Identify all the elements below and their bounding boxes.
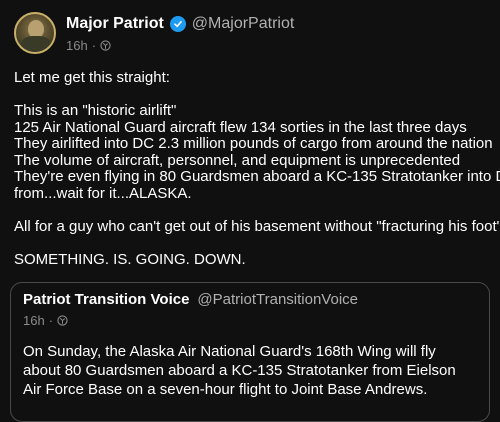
author-row: Major Patriot @MajorPatriot	[66, 14, 294, 34]
avatar[interactable]	[14, 12, 56, 54]
post-meta-row: 16h ·	[66, 38, 294, 53]
post-header: Major Patriot @MajorPatriot 16h ·	[14, 12, 486, 54]
quoted-post-body: On Sunday, the Alaska Air National Guard…	[23, 343, 456, 398]
author-meta: Major Patriot @MajorPatriot 16h ·	[66, 12, 294, 53]
author-display-name[interactable]: Major Patriot	[66, 14, 164, 34]
post-card: Major Patriot @MajorPatriot 16h · Let me…	[0, 0, 500, 422]
post-line-gap	[14, 235, 486, 252]
quoted-author-row: Patriot Transition Voice @PatriotTransit…	[23, 291, 477, 309]
post-time[interactable]: 16h	[66, 38, 88, 53]
post-line: Let me get this straight:	[14, 69, 170, 86]
post-line: 125 Air National Guard aircraft flew 134…	[14, 118, 467, 136]
quoted-post[interactable]: Patriot Transition Voice @PatriotTransit…	[10, 282, 490, 422]
quoted-author-name[interactable]: Patriot Transition Voice	[23, 291, 189, 309]
post-line: All for a guy who can't get out of his b…	[14, 217, 500, 235]
quoted-meta-row: 16h ·	[23, 313, 477, 328]
post-line: from...wait for it...ALASKA.	[14, 184, 192, 202]
author-handle[interactable]: @MajorPatriot	[192, 14, 295, 34]
public-icon	[57, 315, 68, 326]
quoted-author-handle[interactable]: @PatriotTransitionVoice	[197, 291, 358, 309]
post-line: They're even flying in 80 Guardsmen aboa…	[14, 168, 500, 185]
post-line: They airlifted into DC 2.3 million pound…	[14, 135, 493, 152]
public-icon	[100, 40, 111, 51]
post-body: Let me get this straight: This is an "hi…	[14, 69, 500, 268]
post-line-gap	[14, 87, 486, 104]
post-line-gap	[14, 202, 486, 219]
post-line: This is an "historic airlift"	[14, 102, 177, 119]
verified-check-icon	[169, 16, 186, 32]
post-line: The volume of aircraft, personnel, and e…	[14, 151, 461, 169]
separator-dot: ·	[91, 38, 97, 53]
quoted-post-time[interactable]: 16h	[23, 313, 45, 328]
post-line: SOMETHING. IS. GOING. DOWN.	[14, 250, 246, 268]
separator-dot: ·	[48, 313, 54, 328]
